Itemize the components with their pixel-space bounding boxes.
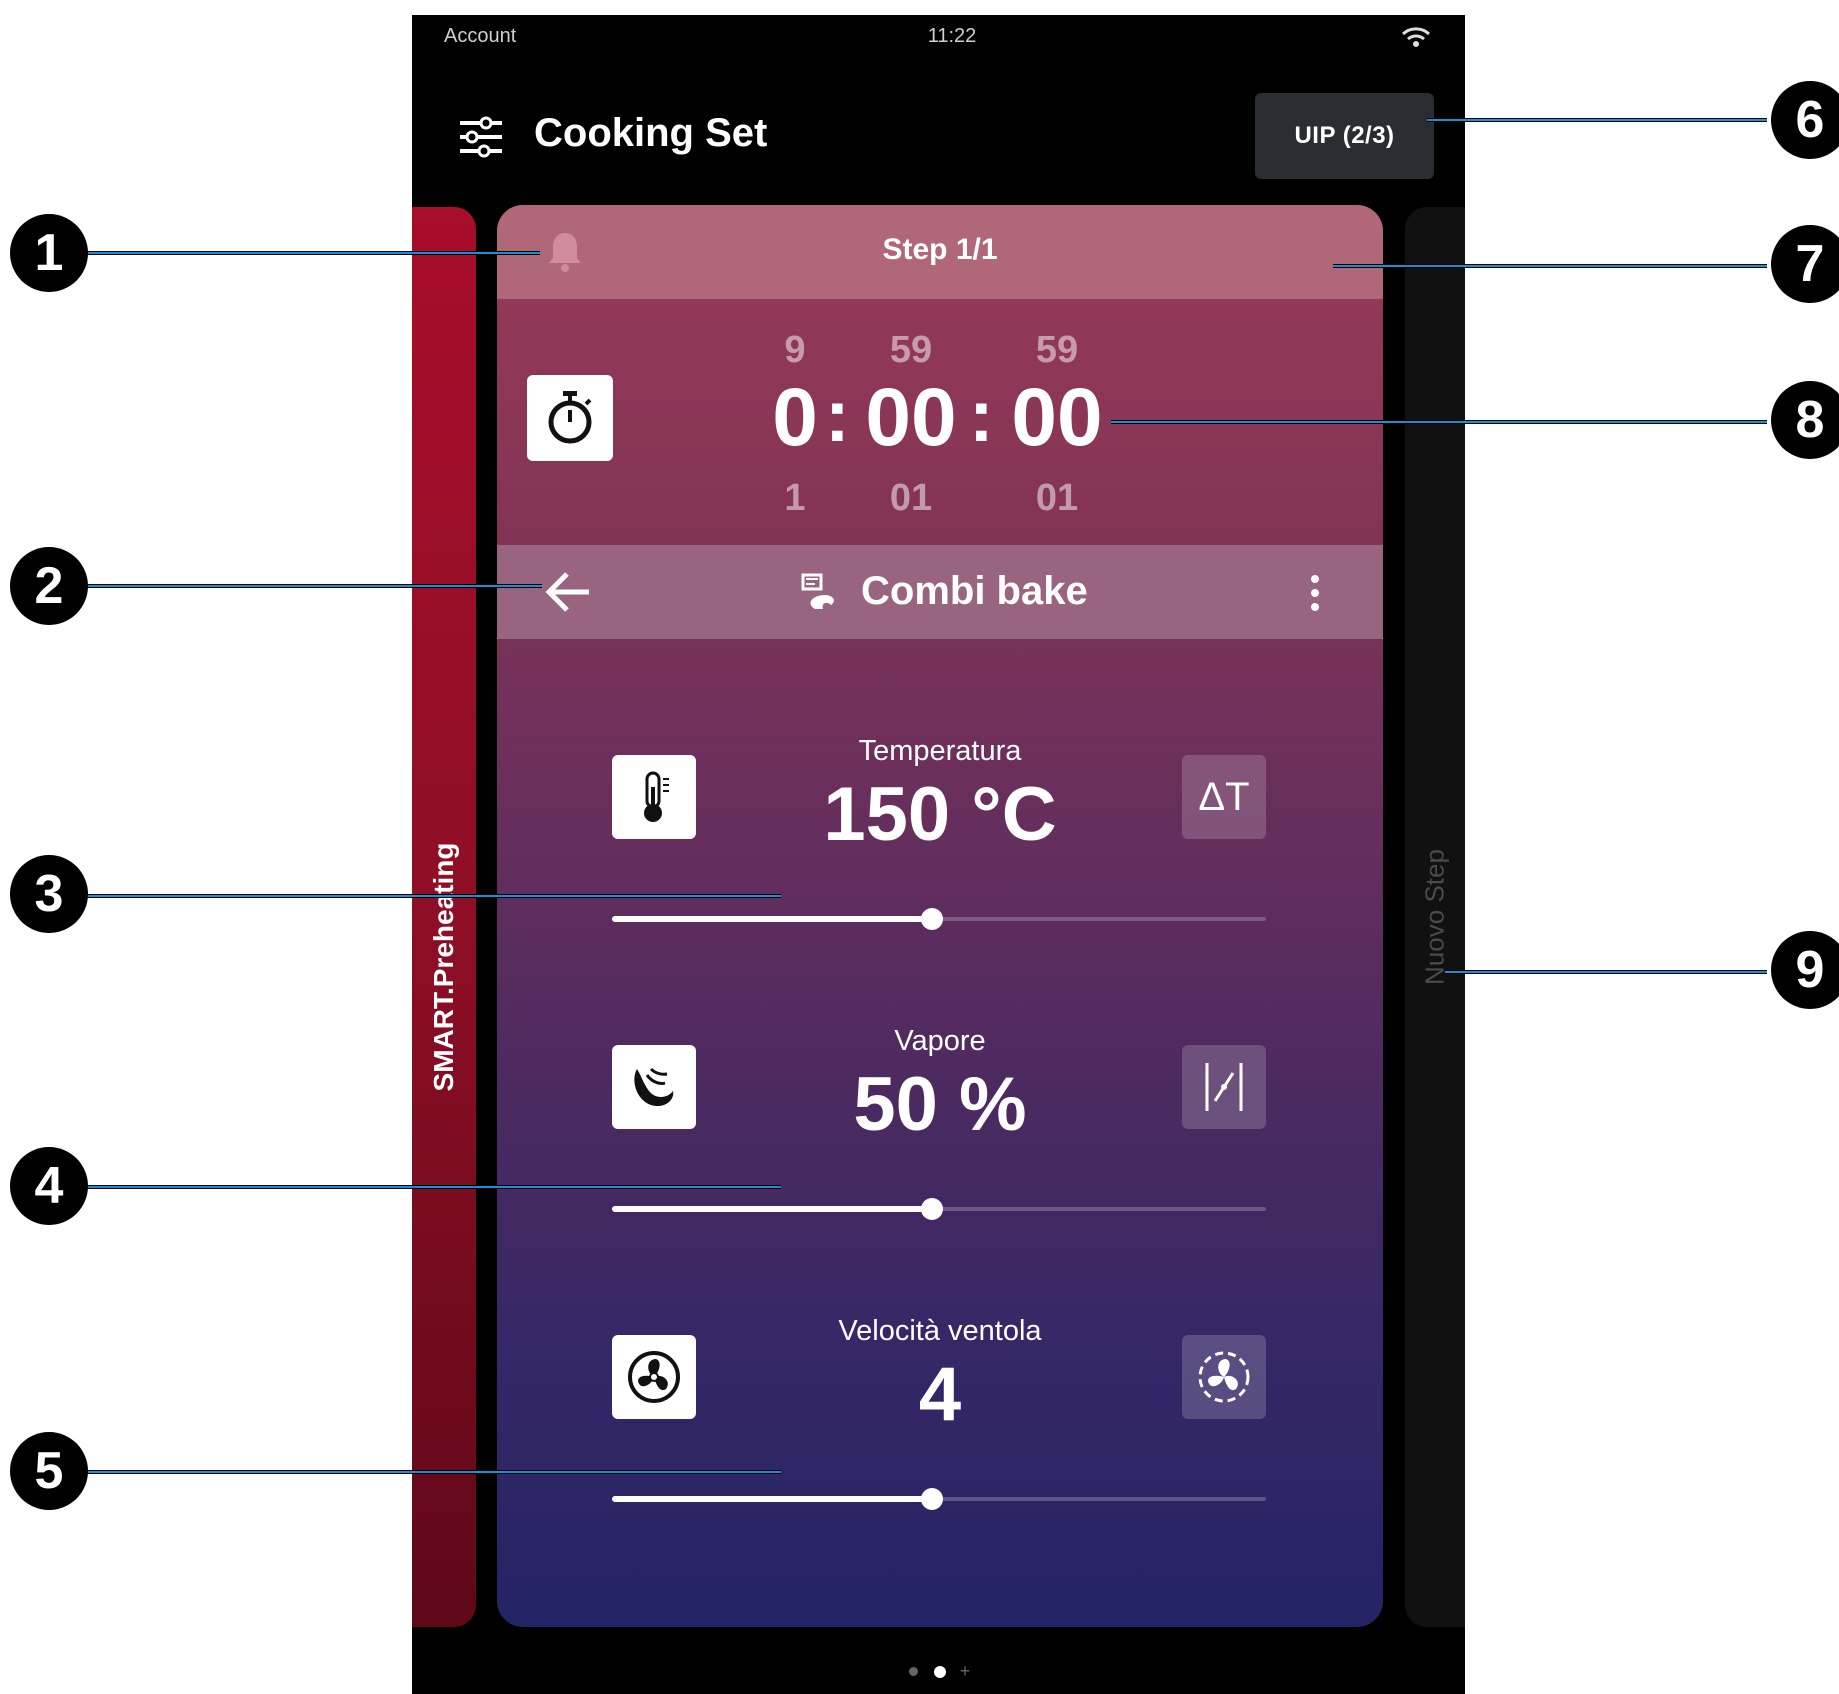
step-header[interactable]: Step 1/1 (497, 205, 1383, 299)
callout-marker: 3 (10, 855, 88, 933)
status-bar: Account 11:22 (412, 15, 1465, 61)
callout-marker: 6 (1771, 81, 1839, 159)
cooking-mode-label[interactable]: Combi bake (861, 569, 1088, 614)
thermometer-button[interactable] (612, 755, 696, 839)
oven-screen: Account 11:22 Cooking Set UIP (2/3) SMAR… (412, 15, 1465, 1694)
add-page-icon[interactable]: + (960, 1661, 971, 1682)
step-label: Step 1/1 (882, 233, 998, 266)
seconds-value[interactable]: 00 (997, 377, 1117, 459)
time-separator: : (825, 374, 850, 457)
slider-fill (612, 1206, 933, 1212)
callout-marker: 2 (10, 547, 88, 625)
minutes-next[interactable]: 01 (851, 477, 971, 520)
new-step-label: Nuovo Step (1419, 849, 1450, 985)
cooking-mode-bar: Combi bake (497, 545, 1383, 639)
fan-mode-button[interactable] (1182, 1335, 1266, 1419)
callout-marker: 9 (1771, 931, 1839, 1009)
callout-line (84, 1470, 781, 1474)
previous-program-panel[interactable]: SMART.Preheating (412, 207, 476, 1627)
steam-button[interactable] (612, 1045, 696, 1129)
time-separator: : (969, 374, 994, 457)
wifi-icon (1401, 27, 1431, 47)
callout-line (1445, 970, 1767, 974)
callout-marker: 1 (10, 214, 88, 292)
callout-line (84, 894, 781, 898)
step-card: Step 1/1 9 0 1 : 59 00 01: 59 00 01 Com… (497, 205, 1383, 1627)
delta-t-button[interactable]: ΔT (1182, 755, 1266, 839)
seconds-next[interactable]: 01 (997, 477, 1117, 520)
steam-control: Vapore 50 % (497, 1025, 1383, 1275)
slider-fill (612, 1496, 933, 1502)
callout-marker: 8 (1771, 381, 1839, 459)
fan-icon (628, 1351, 680, 1403)
hours-next[interactable]: 1 (735, 477, 855, 520)
slider-fill (612, 916, 933, 922)
callout-marker: 4 (10, 1147, 88, 1225)
uip-button[interactable]: UIP (2/3) (1255, 93, 1434, 179)
account-label[interactable]: Account (444, 25, 516, 48)
page-dot[interactable] (908, 1667, 918, 1676)
slider-handle[interactable] (921, 1198, 944, 1220)
thermometer-icon (644, 771, 669, 822)
steam-icon (634, 1067, 674, 1107)
temperature-slider[interactable] (612, 905, 1266, 933)
callout-line (84, 1185, 781, 1189)
more-options-icon[interactable] (1309, 573, 1321, 613)
page-indicator[interactable]: + (412, 1661, 1465, 1682)
hours-prev[interactable]: 9 (735, 329, 855, 372)
slider-handle[interactable] (921, 1488, 944, 1510)
steam-mode-button[interactable] (1182, 1045, 1266, 1129)
fan-speed-control: Velocità ventola 4 (497, 1315, 1383, 1565)
stopwatch-icon (548, 391, 592, 444)
minutes-prev[interactable]: 59 (851, 329, 971, 372)
minutes-value[interactable]: 00 (851, 377, 971, 459)
fan-speed-slider[interactable] (612, 1485, 1266, 1513)
callout-line (84, 584, 542, 588)
combi-bake-icon (801, 573, 834, 609)
fan-pulse-icon (1198, 1351, 1250, 1403)
steam-slider[interactable] (612, 1195, 1266, 1223)
temperature-control: Temperatura 150 °C ΔT (497, 735, 1383, 985)
callout-marker: 5 (10, 1432, 88, 1510)
fan-button[interactable] (612, 1335, 696, 1419)
page-title: Cooking Set (534, 111, 768, 155)
callout-line (1111, 420, 1767, 424)
callout-line (84, 251, 540, 255)
header: Cooking Set UIP (2/3) (412, 75, 1465, 179)
back-arrow-icon[interactable] (545, 571, 591, 613)
previous-program-label: SMART.Preheating (428, 842, 459, 1092)
callout-line (1427, 118, 1767, 122)
timer-button[interactable] (527, 375, 613, 461)
clock: 11:22 (927, 25, 977, 47)
slider-handle[interactable] (921, 908, 944, 930)
seconds-prev[interactable]: 59 (997, 329, 1117, 372)
page-dot-active[interactable] (933, 1665, 946, 1678)
steam-mode-icon (1205, 1063, 1243, 1111)
callout-marker: 7 (1771, 225, 1839, 303)
sliders-icon[interactable] (458, 115, 504, 159)
callout-line (1333, 264, 1767, 268)
